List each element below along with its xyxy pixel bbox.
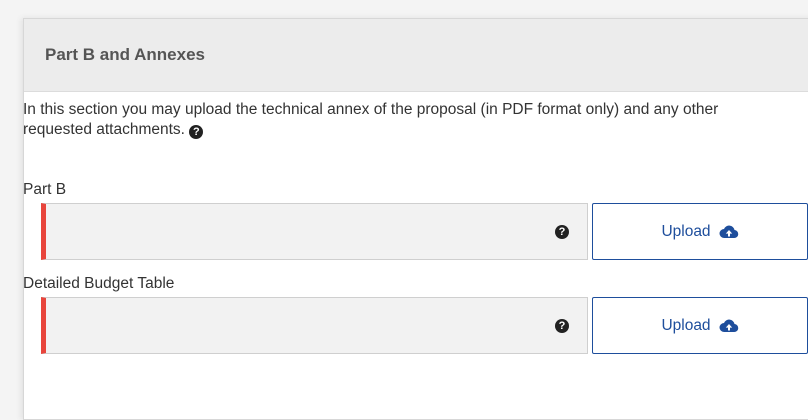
budget-table-label: Detailed Budget Table: [23, 275, 175, 292]
part-b-help-button[interactable]: ?: [537, 203, 588, 260]
panel-header: Part B and Annexes: [24, 19, 808, 92]
cloud-upload-icon: [719, 319, 738, 333]
question-circle-icon: ?: [555, 318, 569, 333]
budget-table-file-input[interactable]: [41, 297, 540, 354]
question-circle-icon[interactable]: ?: [189, 125, 204, 139]
part-b-label: Part B: [23, 181, 67, 198]
part-b-file-row: ? Upload: [41, 203, 808, 260]
budget-table-upload-button[interactable]: Upload: [592, 297, 808, 354]
part-b-file-input[interactable]: [41, 203, 540, 260]
panel-title: Part B and Annexes: [45, 45, 205, 64]
budget-table-file-row: ? Upload: [41, 297, 808, 354]
upload-button-label: Upload: [661, 316, 711, 334]
part-b-upload-button[interactable]: Upload: [592, 203, 808, 260]
intro-text-block: In this section you may upload the techn…: [23, 100, 723, 140]
cloud-upload-icon: [719, 225, 738, 239]
budget-table-help-button[interactable]: ?: [537, 297, 588, 354]
question-circle-icon: ?: [555, 224, 569, 239]
intro-text: In this section you may upload the techn…: [23, 101, 719, 138]
upload-button-label: Upload: [661, 222, 711, 240]
